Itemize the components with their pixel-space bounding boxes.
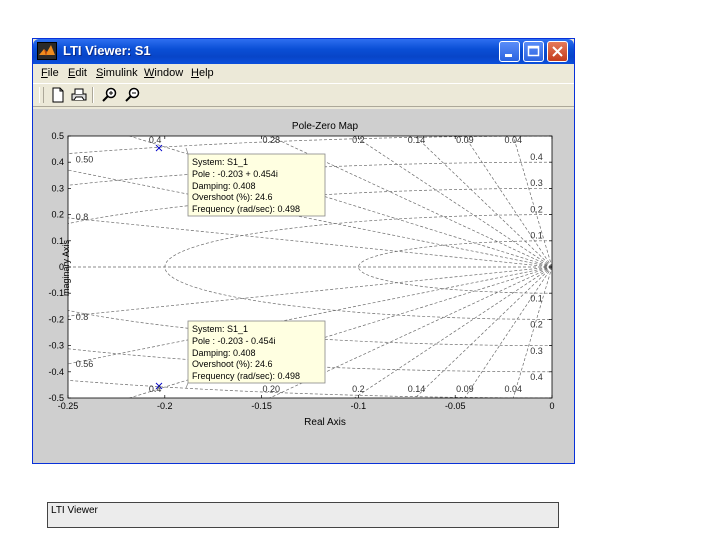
y-tick-label: -0.2 xyxy=(48,314,64,324)
toolbar-separator xyxy=(92,87,94,103)
grid-label: 0.8 xyxy=(76,312,89,322)
grid-label: 0.4 xyxy=(530,152,543,162)
menu-simulink[interactable]: Simulink xyxy=(96,67,138,79)
datatip-lower[interactable]: System: S1_1 Pole : -0.203 - 0.454i Damp… xyxy=(185,320,326,389)
x-tick-label: 0 xyxy=(549,401,554,411)
datatip-upper-line: Damping: 0.408 xyxy=(192,181,256,191)
grid-label: 0.3 xyxy=(530,346,543,356)
grid-label: 0.50 xyxy=(76,155,94,165)
menu-edit[interactable]: Edit xyxy=(68,67,87,79)
datatip-lower-line: Overshoot (%): 24.6 xyxy=(192,359,273,369)
x-tick-label: -0.1 xyxy=(351,401,367,411)
datatip-upper-line: System: S1_1 xyxy=(192,157,248,167)
y-tick-label: 0.4 xyxy=(51,157,64,167)
grid-label: 0.14 xyxy=(408,135,426,145)
maximize-button[interactable] xyxy=(523,41,544,62)
grid-label: 0.4 xyxy=(149,135,162,145)
x-tick-label: -0.05 xyxy=(445,401,466,411)
zoom-out-icon[interactable] xyxy=(124,86,142,104)
menu-bar: File Edit Simulink Window Help xyxy=(33,64,574,83)
y-tick-label: 0.5 xyxy=(51,131,64,141)
y-tick-label: -0.3 xyxy=(48,341,64,351)
grid-label: 0.04 xyxy=(505,135,523,145)
datatip-lower-line: Damping: 0.408 xyxy=(192,348,256,358)
grid-label: 0.1 xyxy=(530,231,543,241)
menu-file[interactable]: File xyxy=(41,67,59,79)
y-tick-label: 0.3 xyxy=(51,183,64,193)
grid-label: 0.28 xyxy=(263,135,281,145)
toolbar-grip[interactable] xyxy=(39,87,44,103)
matlab-app-icon[interactable] xyxy=(37,42,57,60)
grid-label: 0.2 xyxy=(352,135,365,145)
grid-label: 0.2 xyxy=(530,320,543,330)
y-tick-label: 0.2 xyxy=(51,210,64,220)
grid-label: 0.14 xyxy=(408,384,426,394)
datatip-lower-line: Pole : -0.203 - 0.454i xyxy=(192,336,276,346)
toolbar xyxy=(33,83,574,107)
title-bar[interactable]: LTI Viewer: S1 xyxy=(33,39,574,64)
menu-window[interactable]: Window xyxy=(144,67,183,79)
grid-label: 0.56 xyxy=(76,359,94,369)
menu-help[interactable]: Help xyxy=(191,67,214,79)
datatip-upper-line: Frequency (rad/sec): 0.498 xyxy=(192,204,300,214)
new-document-icon[interactable] xyxy=(49,86,67,104)
datatip-upper-line: Overshoot (%): 24.6 xyxy=(192,192,273,202)
x-axis-label: Real Axis xyxy=(304,417,346,428)
print-icon[interactable] xyxy=(70,86,88,104)
grid-label: 0.04 xyxy=(505,384,523,394)
window-title: LTI Viewer: S1 xyxy=(63,43,151,58)
datatip-lower-line: Frequency (rad/sec): 0.498 xyxy=(192,371,300,381)
x-tick-label: -0.2 xyxy=(157,401,173,411)
grid-label: 0.09 xyxy=(456,135,474,145)
figure-area: -0.25 -0.2 -0.15 -0.1 -0.05 0 0.5 0.4 0.3 0.2 0.1 0… xyxy=(33,109,574,528)
grid-label: 0.2 xyxy=(352,384,365,394)
grid-label: 0.09 xyxy=(456,384,474,394)
grid-label: 0.2 xyxy=(530,204,543,214)
y-tick-label: -0.5 xyxy=(48,393,64,403)
grid-label: 0.8 xyxy=(76,212,89,222)
close-button[interactable] xyxy=(547,41,568,62)
grid-label: 0.3 xyxy=(530,178,543,188)
grid-label: 0.1 xyxy=(530,293,543,303)
y-tick-label: -0.4 xyxy=(48,367,64,377)
minimize-button[interactable] xyxy=(499,41,520,62)
datatip-upper-line: Pole : -0.203 + 0.454i xyxy=(192,169,278,179)
pole-zero-plot: -0.25 -0.2 -0.15 -0.1 -0.05 00.50.40.30.20.10… xyxy=(48,121,554,428)
status-bar: LTI Viewer xyxy=(47,502,559,528)
grid-label: 0.20 xyxy=(263,384,281,394)
x-tick-label: -0.15 xyxy=(251,401,272,411)
datatip-lower-line: System: S1_1 xyxy=(192,324,248,334)
zoom-in-icon[interactable] xyxy=(101,86,119,104)
status-text: LTI Viewer xyxy=(51,505,98,516)
y-axis-label: maginary Axis xyxy=(61,239,71,296)
grid-label: 0.4 xyxy=(530,372,543,382)
lti-viewer-window: LTI Viewer: S1 File Edit Simulink Window… xyxy=(32,38,575,528)
grid-label: 0.4 xyxy=(149,384,162,394)
datatip-upper[interactable]: System: S1_1 Pole : -0.203 + 0.454i Damp… xyxy=(185,147,326,217)
plot-title: Pole-Zero Map xyxy=(292,121,359,132)
